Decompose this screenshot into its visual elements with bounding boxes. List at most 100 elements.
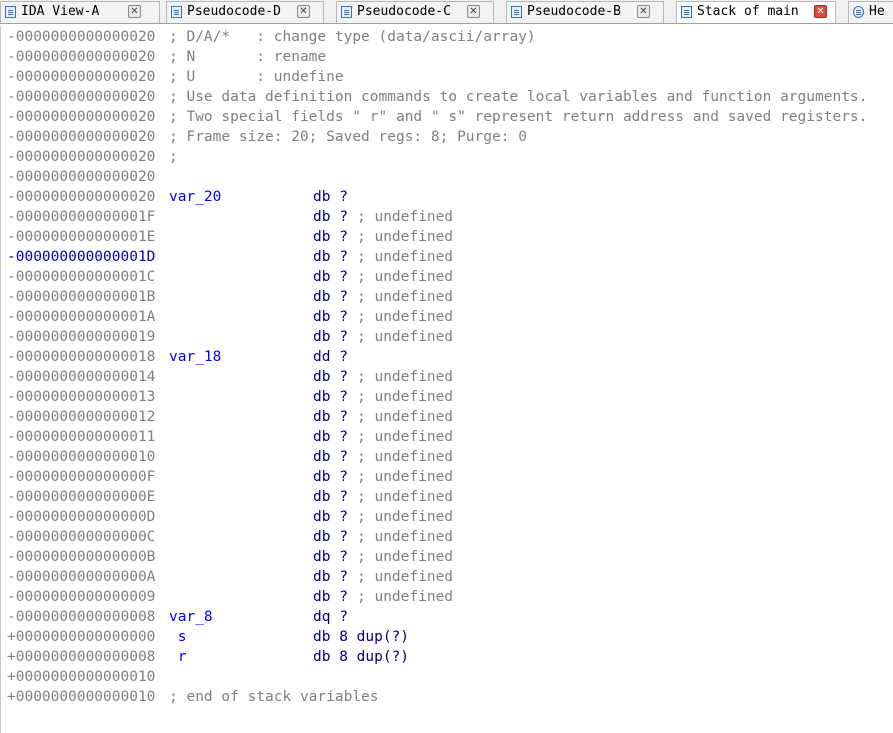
listing-line[interactable]: -0000000000000020 ; Two special fields " … <box>7 107 887 127</box>
tab-label: Pseudocode-D <box>187 4 281 19</box>
stack-offset: -0000000000000011 <box>7 429 156 445</box>
listing-line[interactable]: -0000000000000020 ; N : rename <box>7 47 887 67</box>
listing-line[interactable]: -0000000000000020 ; D/A/* : change type (… <box>7 27 887 47</box>
listing-line[interactable]: -000000000000000C db ? ; undefined <box>7 527 887 547</box>
close-icon[interactable]: ✕ <box>297 5 310 18</box>
data-directive[interactable]: db ? <box>313 307 348 327</box>
document-icon <box>171 6 182 18</box>
comment: ; undefined <box>357 569 454 585</box>
listing-line[interactable]: -000000000000000F db ? ; undefined <box>7 467 887 487</box>
comment: ; undefined <box>357 489 454 505</box>
variable-name[interactable]: var_20 <box>169 187 221 207</box>
data-directive[interactable]: db ? <box>313 267 348 287</box>
listing-line[interactable]: -0000000000000020 ; U : undefine <box>7 67 887 87</box>
stack-offset: -0000000000000014 <box>7 369 156 385</box>
tab-pseudocode-d[interactable]: Pseudocode-D ✕ <box>166 1 324 23</box>
stack-offset: -000000000000001A <box>7 309 156 325</box>
listing-line[interactable]: -000000000000000A db ? ; undefined <box>7 567 887 587</box>
close-icon[interactable]: ✕ <box>637 5 650 18</box>
data-directive[interactable]: dd ? <box>313 347 348 367</box>
variable-name[interactable]: s <box>169 627 187 647</box>
comment: ; undefined <box>357 229 454 245</box>
comment: ; undefined <box>357 209 454 225</box>
data-directive[interactable]: db ? <box>313 387 348 407</box>
listing-line[interactable]: -0000000000000020 var_20 db ? <box>7 187 887 207</box>
listing-line[interactable]: -0000000000000020 ; Frame size: 20; Saved… <box>7 127 887 147</box>
stack-offset: -000000000000000F <box>7 469 156 485</box>
listing-line[interactable]: -000000000000001B db ? ; undefined <box>7 287 887 307</box>
listing-line[interactable]: -0000000000000010 db ? ; undefined <box>7 447 887 467</box>
comment: ; Two special fields " r" and " s" repre… <box>169 109 868 125</box>
listing-line[interactable]: +0000000000000010 ; end of stack variable… <box>7 687 887 707</box>
data-directive[interactable]: db ? <box>313 427 348 447</box>
listing-line[interactable]: -000000000000001E db ? ; undefined <box>7 227 887 247</box>
listing-line[interactable]: -000000000000001D db ? ; undefined <box>7 247 887 267</box>
tab-label: Pseudocode-C <box>357 4 451 19</box>
data-directive[interactable]: db ? <box>313 567 348 587</box>
listing-line[interactable]: -0000000000000020; <box>7 147 887 167</box>
stack-offset: -000000000000001E <box>7 229 156 245</box>
listing-line[interactable]: +0000000000000000 s db 8 dup(?) <box>7 627 887 647</box>
data-directive[interactable]: db ? <box>313 507 348 527</box>
variable-name[interactable]: r <box>169 647 187 667</box>
listing-line[interactable]: -000000000000001F db ? ; undefined <box>7 207 887 227</box>
data-directive[interactable]: db ? <box>313 547 348 567</box>
listing-line[interactable]: -0000000000000014 db ? ; undefined <box>7 367 887 387</box>
data-directive[interactable]: db ? <box>313 527 348 547</box>
listing-line[interactable]: -0000000000000013 db ? ; undefined <box>7 387 887 407</box>
comment: ; undefined <box>357 369 454 385</box>
data-directive[interactable]: db ? <box>313 187 348 207</box>
tab-hex-view[interactable]: He <box>848 1 893 23</box>
listing-line[interactable]: -000000000000001A db ? ; undefined <box>7 307 887 327</box>
stack-offset: -000000000000000B <box>7 549 156 565</box>
data-directive[interactable]: db ? <box>313 207 348 227</box>
stack-offset: -0000000000000020 <box>7 49 156 65</box>
listing-line[interactable]: -0000000000000020 <box>7 167 887 187</box>
listing-line[interactable]: -0000000000000011 db ? ; undefined <box>7 427 887 447</box>
listing-line[interactable]: -0000000000000018 var_18 dd ? <box>7 347 887 367</box>
tab-stack-of-main[interactable]: Stack of main ✕ <box>676 1 836 23</box>
close-icon[interactable]: ✕ <box>814 5 827 18</box>
listing-line[interactable]: -000000000000000E db ? ; undefined <box>7 487 887 507</box>
data-directive[interactable]: db ? <box>313 327 348 347</box>
stack-offset: -0000000000000020 <box>7 69 156 85</box>
tab-label: IDA View-A <box>21 4 100 19</box>
listing-line[interactable]: -0000000000000009 db ? ; undefined <box>7 587 887 607</box>
data-directive[interactable]: dq ? <box>313 607 348 627</box>
data-directive[interactable]: db ? <box>313 287 348 307</box>
data-directive[interactable]: db ? <box>313 407 348 427</box>
stack-frame-view[interactable]: -0000000000000020 ; D/A/* : change type (… <box>0 26 893 733</box>
close-icon[interactable]: ✕ <box>128 5 141 18</box>
comment: ; undefined <box>357 529 454 545</box>
listing-line[interactable]: -000000000000001C db ? ; undefined <box>7 267 887 287</box>
data-directive[interactable]: db ? <box>313 587 348 607</box>
comment: ; undefined <box>357 409 454 425</box>
close-icon[interactable]: ✕ <box>467 5 480 18</box>
tab-pseudocode-c[interactable]: Pseudocode-C ✕ <box>336 1 494 23</box>
comment: ; undefined <box>357 249 454 265</box>
tab-ida-view-a[interactable]: IDA View-A ✕ <box>0 1 160 23</box>
data-directive[interactable]: db ? <box>313 487 348 507</box>
listing-line[interactable]: -0000000000000012 db ? ; undefined <box>7 407 887 427</box>
data-directive[interactable]: db ? <box>313 447 348 467</box>
listing-line[interactable]: -000000000000000D db ? ; undefined <box>7 507 887 527</box>
variable-name[interactable]: var_8 <box>169 607 213 627</box>
data-directive[interactable]: db ? <box>313 247 348 267</box>
stack-offset: -0000000000000020 <box>7 29 156 45</box>
stack-offset: -000000000000001F <box>7 209 156 225</box>
data-directive[interactable]: db ? <box>313 467 348 487</box>
tab-bar: IDA View-A ✕ Pseudocode-D ✕ Pseudocode-C ✕ Pse… <box>0 0 893 24</box>
listing-line[interactable]: -0000000000000020 ; Use data definition c… <box>7 87 887 107</box>
data-directive[interactable]: db 8 dup(?) <box>313 647 409 667</box>
listing-line[interactable]: -0000000000000008 var_8 dq ? <box>7 607 887 627</box>
listing-line[interactable]: +0000000000000010 <box>7 667 887 687</box>
data-directive[interactable]: db ? <box>313 367 348 387</box>
tab-pseudocode-b[interactable]: Pseudocode-B ✕ <box>506 1 664 23</box>
listing-line[interactable]: +0000000000000008 r db 8 dup(?) <box>7 647 887 667</box>
data-directive[interactable]: db ? <box>313 227 348 247</box>
listing-line[interactable]: -000000000000000B db ? ; undefined <box>7 547 887 567</box>
listing-line[interactable]: -0000000000000019 db ? ; undefined <box>7 327 887 347</box>
variable-name[interactable]: var_18 <box>169 347 221 367</box>
data-directive[interactable]: db 8 dup(?) <box>313 627 409 647</box>
stack-offset: -0000000000000020 <box>7 189 156 205</box>
